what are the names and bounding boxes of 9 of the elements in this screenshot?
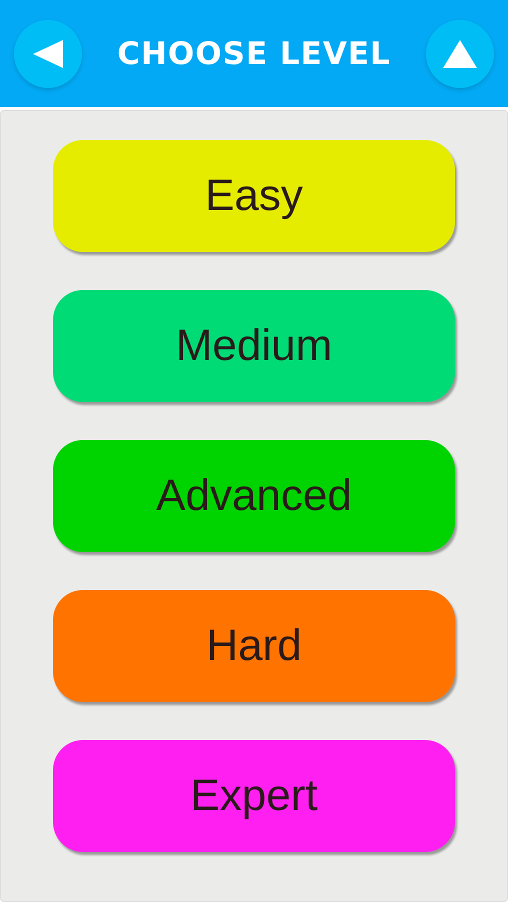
level-button[interactable]: Advanced bbox=[53, 440, 455, 552]
up-arrow-icon bbox=[442, 38, 478, 68]
back-button[interactable] bbox=[14, 20, 82, 88]
screen-title: CHOOSE LEVEL bbox=[117, 36, 391, 72]
level-button[interactable]: Hard bbox=[53, 590, 455, 702]
level-button[interactable]: Easy bbox=[53, 140, 455, 252]
up-button[interactable] bbox=[426, 20, 494, 88]
level-button[interactable]: Medium bbox=[53, 290, 455, 402]
level-button[interactable]: Expert bbox=[53, 740, 455, 852]
